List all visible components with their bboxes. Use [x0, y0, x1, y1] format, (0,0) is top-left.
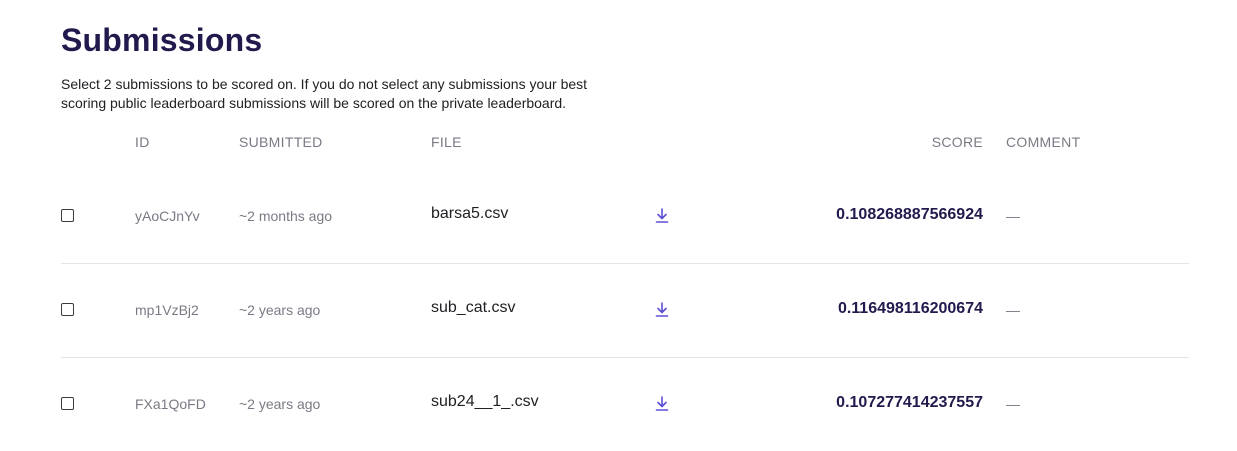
- download-icon[interactable]: [655, 302, 669, 318]
- column-header-file: FILE: [431, 134, 462, 150]
- submission-comment: —: [1006, 302, 1020, 318]
- column-header-score: SCORE: [931, 134, 983, 150]
- submission-score: 0.107277414237557: [836, 394, 983, 411]
- download-icon[interactable]: [655, 208, 669, 224]
- select-submission-checkbox[interactable]: [61, 209, 74, 222]
- submission-time: ~2 years ago: [239, 396, 321, 412]
- column-header-id: ID: [135, 134, 150, 150]
- submission-time: ~2 years ago: [239, 302, 321, 318]
- submission-score: 0.108268887566924: [836, 206, 983, 223]
- page-description: Select 2 submissions to be scored on. If…: [61, 76, 588, 111]
- submission-comment: —: [1006, 396, 1020, 412]
- submission-file: sub24__1_.csv: [431, 393, 539, 410]
- submissions-table: yAoCJnYv ~2 months ago barsa5.csv 0.1082…: [61, 170, 1189, 451]
- submission-comment: —: [1006, 208, 1020, 224]
- submission-file: sub_cat.csv: [431, 299, 516, 316]
- select-submission-checkbox[interactable]: [61, 397, 74, 410]
- submission-score: 0.116498116200674: [837, 300, 983, 317]
- submission-id: mp1VzBj2: [135, 302, 199, 318]
- table-row: FXa1QoFD ~2 years ago sub24__1_.csv 0.10…: [61, 358, 1189, 451]
- column-header-submitted: SUBMITTED: [239, 134, 323, 150]
- column-header-comment: COMMENT: [1006, 134, 1081, 150]
- submission-id: FXa1QoFD: [135, 396, 206, 412]
- submission-file: barsa5.csv: [431, 205, 509, 222]
- submission-id: yAoCJnYv: [135, 208, 200, 224]
- submission-time: ~2 months ago: [239, 208, 333, 224]
- table-row: yAoCJnYv ~2 months ago barsa5.csv 0.1082…: [61, 170, 1189, 264]
- select-submission-checkbox[interactable]: [61, 303, 74, 316]
- table-header: ID SUBMITTED FILE SCORE COMMENT: [61, 134, 1189, 152]
- page-title: Submissions: [61, 22, 263, 58]
- download-icon[interactable]: [655, 396, 669, 412]
- table-row: mp1VzBj2 ~2 years ago sub_cat.csv 0.1164…: [61, 264, 1189, 358]
